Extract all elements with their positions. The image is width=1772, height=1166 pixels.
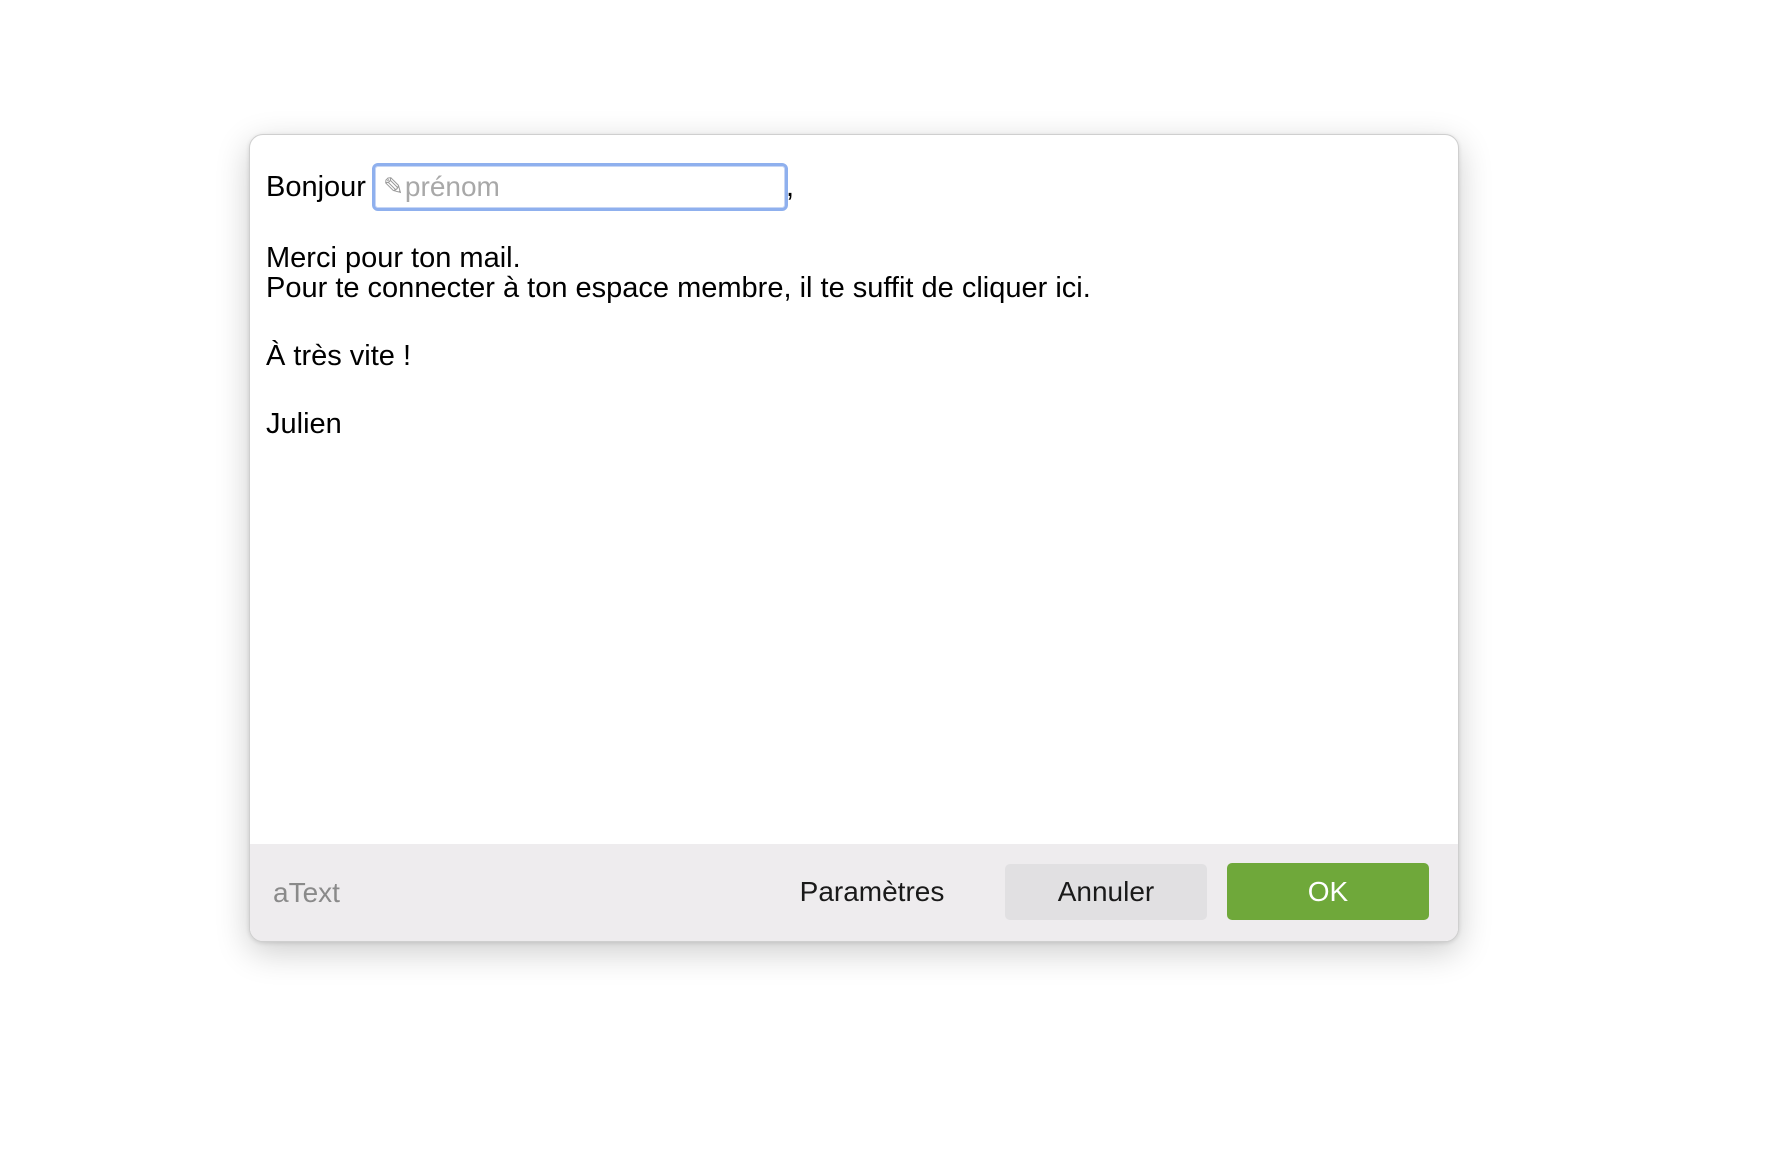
greeting-row: Bonjour ✎ , [266, 161, 794, 213]
first-name-input[interactable] [403, 167, 765, 207]
app-brand-label: aText [273, 876, 340, 908]
message-line-3: À très vite ! [266, 340, 412, 372]
dialog-footer: aText Paramètres Annuler OK [250, 844, 1458, 941]
snippet-fill-dialog: Bonjour ✎ , Merci pour ton mail. Pour te… [249, 134, 1459, 942]
message-line-2: Pour te connecter à ton espace membre, i… [266, 272, 1091, 304]
signature: Julien [266, 408, 342, 440]
snippet-preview: Bonjour ✎ , Merci pour ton mail. Pour te… [266, 135, 1442, 845]
settings-button[interactable]: Paramètres [795, 864, 949, 920]
pencil-icon: ✎ [382, 172, 404, 201]
message-line-1: Merci pour ton mail. [266, 242, 521, 274]
ok-button[interactable]: OK [1227, 863, 1429, 920]
greeting-prefix: Bonjour [266, 171, 366, 203]
first-name-field[interactable]: ✎ [371, 163, 788, 211]
cancel-button[interactable]: Annuler [1005, 864, 1207, 920]
